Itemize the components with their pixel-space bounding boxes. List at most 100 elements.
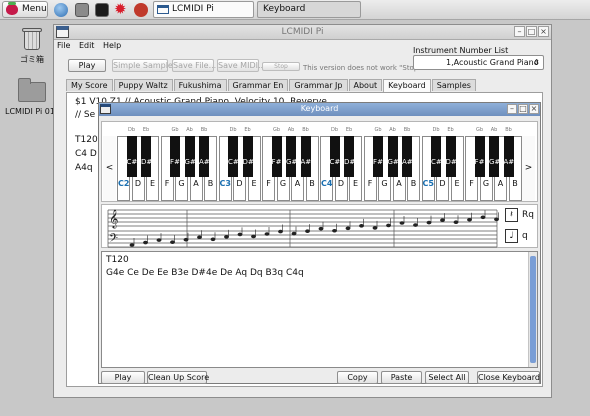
black-key-flat-label: Eb: [244, 127, 251, 133]
black-key[interactable]: D#: [141, 136, 152, 177]
menu-button[interactable]: Menu: [2, 1, 48, 18]
black-key[interactable]: C#: [126, 136, 137, 177]
keyboard-score-text[interactable]: T120 G4e Ce De Ee B3e D#4e De Aq Dq B3q …: [101, 251, 538, 368]
tab-puppy-waltz[interactable]: Puppy Waltz: [113, 79, 173, 91]
instrument-select[interactable]: 1,Acoustic Grand Piano ⇕: [413, 55, 544, 70]
black-key-flat-label: Bb: [403, 127, 411, 133]
tab-fukushima[interactable]: Fukushima: [173, 79, 227, 91]
stop-note: This version does not work "Stop": [303, 64, 422, 72]
menu-help[interactable]: Help: [103, 41, 121, 50]
black-key-flat-label: Db: [330, 127, 339, 133]
scrollbar-thumb[interactable]: [530, 256, 536, 363]
octave-right-button[interactable]: >: [522, 136, 535, 201]
wolfram-icon[interactable]: [134, 3, 148, 17]
black-key[interactable]: D#: [242, 136, 254, 177]
minimize-icon[interactable]: –: [507, 104, 517, 114]
tab-about[interactable]: About: [348, 79, 383, 91]
staff-note: [291, 231, 297, 236]
chevron-updown-icon: ⇕: [533, 58, 540, 67]
black-key[interactable]: D#: [344, 136, 355, 177]
black-key[interactable]: F#: [271, 136, 282, 177]
tab-samples[interactable]: Samples: [431, 79, 476, 91]
paste-button[interactable]: Paste: [381, 371, 422, 384]
select-all-button[interactable]: Select All: [425, 371, 469, 384]
black-key[interactable]: A#: [199, 136, 210, 177]
quarter-label: q: [522, 231, 528, 241]
black-key[interactable]: F#: [373, 136, 383, 177]
quarter-note-button[interactable]: ♩: [505, 229, 518, 243]
keyboard-titlebar[interactable]: Keyboard – □ ×: [99, 103, 540, 116]
black-key[interactable]: A#: [402, 136, 413, 177]
piano-keyboard: < > C2 D E F G A B C3 D E F G A B C4 D E F G A B C5 D E F G A B C# Db…: [101, 121, 538, 202]
black-key[interactable]: A#: [300, 136, 311, 177]
black-key[interactable]: G#: [184, 136, 196, 177]
play-button[interactable]: Play: [68, 59, 106, 72]
taskbar: Menu ✹ LCMIDI Pi Keyboard: [0, 0, 590, 20]
simple-sample-button[interactable]: Simple Sample: [112, 59, 173, 72]
black-key[interactable]: G#: [387, 136, 399, 177]
file-manager-icon[interactable]: [75, 3, 89, 17]
staff-note: [332, 228, 337, 233]
close-icon[interactable]: ×: [538, 26, 549, 37]
black-key[interactable]: G#: [286, 136, 297, 177]
trash-label[interactable]: ゴミ箱: [14, 54, 50, 65]
quarter-rest-button[interactable]: 𝄽: [505, 208, 518, 222]
bass-clef-icon: 𝄢: [109, 232, 118, 248]
black-key[interactable]: G#: [489, 136, 500, 177]
close-icon[interactable]: ×: [529, 104, 539, 114]
trash-icon[interactable]: [20, 27, 44, 51]
web-browser-icon[interactable]: [54, 3, 68, 17]
black-key[interactable]: A#: [503, 136, 514, 177]
tab-my-score[interactable]: My Score: [66, 79, 113, 91]
stop-button[interactable]: Stop: [262, 62, 300, 71]
folder-icon[interactable]: [18, 78, 46, 102]
staff-note: [426, 220, 432, 225]
staff-note: [224, 235, 229, 239]
tab-grammar-en[interactable]: Grammar En: [227, 79, 289, 91]
staff-note: [278, 229, 283, 234]
taskbar-item-lcmidi[interactable]: LCMIDI Pi: [153, 1, 254, 18]
black-key[interactable]: D#: [445, 136, 457, 177]
close-keyboard-button[interactable]: Close Keyboard: [477, 371, 540, 384]
staff-note: [440, 218, 445, 222]
black-key-flat-label: Bb: [505, 127, 512, 133]
menu-file[interactable]: File: [57, 41, 70, 50]
scrollbar[interactable]: [528, 252, 537, 367]
keyboard-play-button[interactable]: Play: [101, 371, 145, 384]
clean-up-score-button[interactable]: Clean Up Score: [147, 371, 209, 384]
staff-note: [413, 223, 418, 227]
mathematica-icon[interactable]: ✹: [114, 2, 130, 17]
staff-note: [129, 243, 135, 247]
black-key-flat-label: Ab: [389, 127, 396, 133]
black-key[interactable]: C#: [329, 136, 340, 177]
maximize-icon[interactable]: □: [518, 104, 528, 114]
black-key[interactable]: F#: [474, 136, 485, 177]
taskbar-item-keyboard[interactable]: Keyboard: [257, 1, 361, 18]
tab-grammar-jp[interactable]: Grammar Jp: [289, 79, 348, 91]
black-key-flat-label: Bb: [302, 127, 309, 133]
score-line: A4q: [75, 163, 93, 173]
trash-body: [24, 31, 40, 50]
folder-label[interactable]: LCMIDI Pi 012: [5, 107, 57, 116]
window-title: LCMIDI Pi: [281, 27, 324, 37]
copy-button[interactable]: Copy: [337, 371, 378, 384]
black-key-flat-label: Eb: [447, 127, 454, 133]
save-file-button[interactable]: Save File...: [172, 59, 216, 72]
terminal-icon[interactable]: [95, 3, 109, 17]
staff-area: 𝄞 𝄢 𝄽 Rq ♩ q: [101, 204, 538, 248]
maximize-icon[interactable]: □: [526, 26, 537, 37]
tab-keyboard[interactable]: Keyboard: [383, 79, 431, 92]
staff-note: [183, 237, 189, 242]
black-key[interactable]: C#: [228, 136, 239, 177]
black-key[interactable]: C#: [431, 136, 442, 177]
black-key[interactable]: F#: [170, 136, 180, 177]
octave-left-button[interactable]: <: [103, 136, 116, 201]
menu-edit[interactable]: Edit: [79, 41, 95, 50]
save-midi-button[interactable]: Save MIDI...: [217, 59, 266, 72]
staff-note: [305, 229, 310, 233]
black-key-flat-label: Db: [229, 127, 237, 133]
main-titlebar[interactable]: LCMIDI Pi – □ ×: [54, 25, 551, 40]
minimize-icon[interactable]: –: [514, 26, 525, 37]
staff-note: [494, 217, 499, 222]
black-key-flat-label: Bb: [200, 127, 208, 133]
